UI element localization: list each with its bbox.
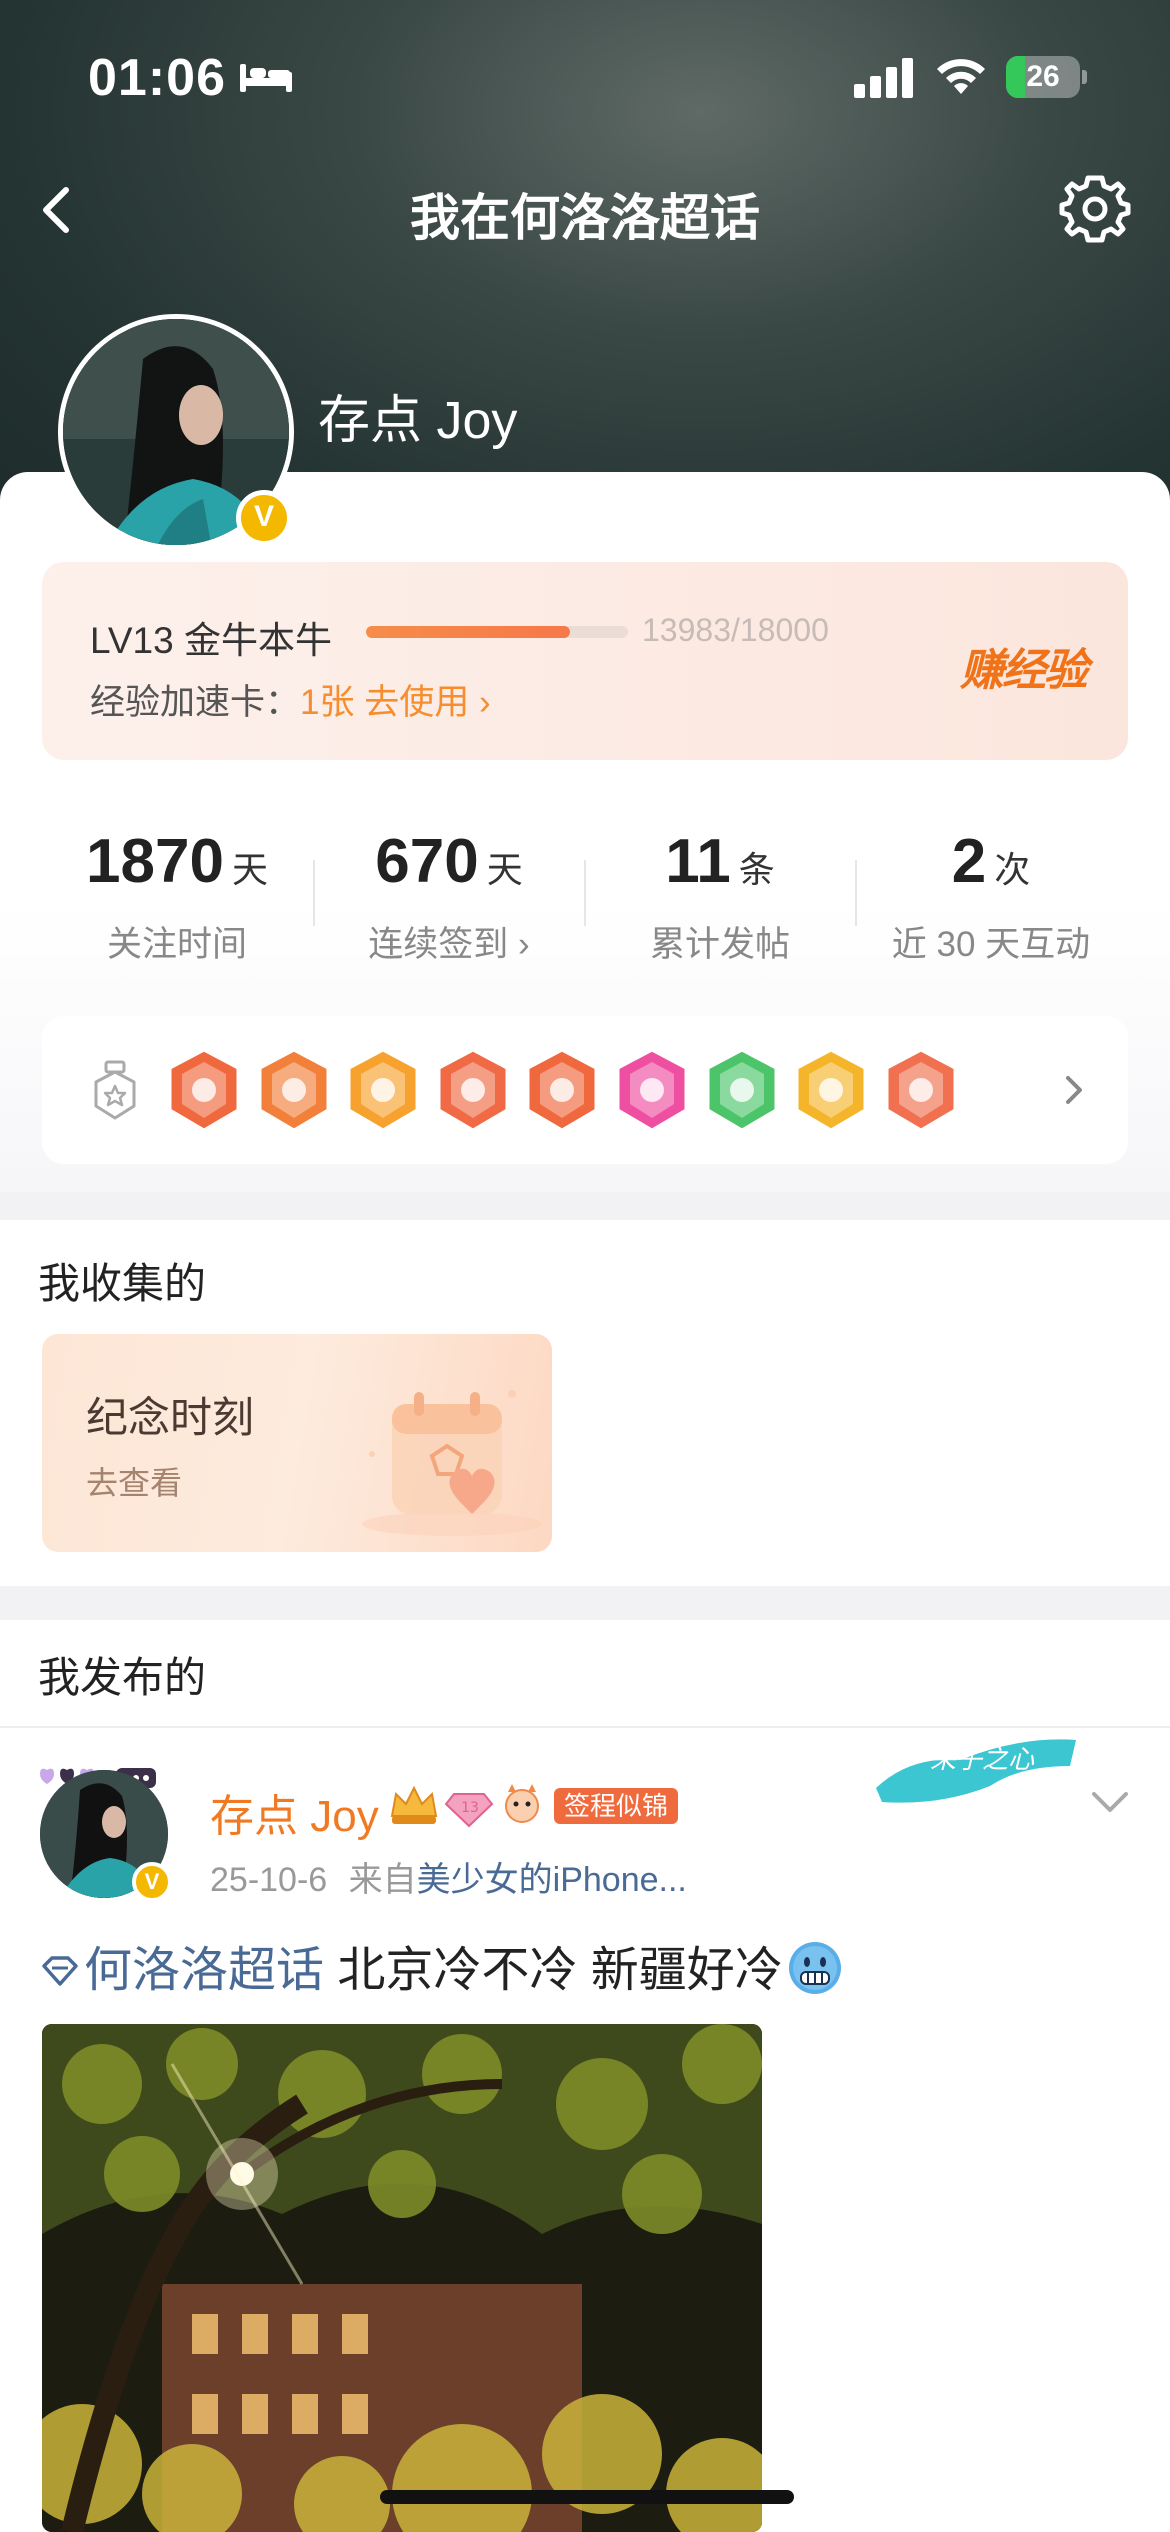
gear-icon[interactable] <box>1058 172 1132 246</box>
stat-checkin-days[interactable]: 670 天 连续签到 › <box>314 790 584 990</box>
post-source[interactable]: 美少女的iPhone... <box>417 1861 687 1899</box>
stat-follow-days: 1870 天 关注时间 <box>42 790 312 990</box>
level-title: LV13 金牛本牛 <box>90 620 332 661</box>
boost-count: 1张 <box>300 683 355 722</box>
wifi-icon <box>937 59 985 94</box>
stat-label: 关注时间 <box>106 925 247 964</box>
stat-label: 累计发帖 <box>649 925 790 964</box>
boost-use-link[interactable]: 去使用 › <box>364 683 490 722</box>
post-source-prefix: 来自 <box>348 1861 417 1899</box>
fan-level-icon: 13 <box>444 1793 494 1828</box>
stat-label: 连续签到 › <box>368 925 530 964</box>
bull-face-badge-icon[interactable] <box>433 1046 513 1134</box>
stat-unit: 条 <box>738 849 775 890</box>
home-indicator <box>380 2490 794 2504</box>
battery-indicator: 26 <box>1006 56 1087 98</box>
post-body-text: 何洛洛超话 北京冷不冷 新疆好冷 <box>40 1930 843 2000</box>
collected-section: 我收集的 纪念时刻 去查看 <box>0 1220 1170 1586</box>
medal-icon <box>94 1060 136 1120</box>
sleep-focus-icon <box>240 64 292 92</box>
fan-level-number: 13 <box>461 1800 479 1816</box>
hand-badge-icon[interactable] <box>702 1046 782 1134</box>
collected-title: 我收集的 <box>38 1260 207 1307</box>
stats-row: 1870 天 关注时间 670 天 连续签到 › 11 条 累计发帖 2次 近 30 … <box>42 790 1128 990</box>
topic-link[interactable]: 何洛洛超话 <box>40 1944 324 1997</box>
stat-value: 670 <box>375 827 479 896</box>
exp-value: 13983/18000 <box>642 612 829 648</box>
page-title: 我在何洛洛超话 <box>410 190 760 246</box>
status-time: 01:06 <box>88 49 226 107</box>
stat-value: 11 <box>665 827 731 896</box>
chevron-right-icon[interactable] <box>1060 1070 1088 1110</box>
post-photo-content <box>42 2024 762 2532</box>
stat-post-count: 11 条 累计发帖 <box>585 790 855 990</box>
post-date: 25-10-6 <box>210 1861 328 1899</box>
bull-avatar-icon <box>505 1784 539 1823</box>
100-days-badge-icon[interactable] <box>254 1046 334 1134</box>
status-bar: 01:06 26 <box>0 0 1170 150</box>
stat-interactions: 2次 近 30 天互动 <box>856 790 1126 990</box>
moment-view-link[interactable]: 去查看 <box>86 1458 182 1504</box>
brush-sticker-decoration: 采子之心 <box>876 1739 1076 1803</box>
posts-title: 我发布的 <box>38 1654 207 1701</box>
crown-badge-icon[interactable] <box>343 1046 423 1134</box>
bull-king-badge-icon[interactable] <box>522 1046 602 1134</box>
post-verified-icon: V <box>132 1862 172 1902</box>
cold-face-emoji-icon <box>788 1942 841 1994</box>
stat-value: 1870 <box>86 827 224 896</box>
post-text-content: 北京冷不冷 新疆好冷 <box>324 1944 783 1997</box>
exp-progress-fill <box>366 626 570 638</box>
chevron-down-icon[interactable] <box>1088 1788 1132 1818</box>
diamond-topic-icon <box>42 1956 78 1986</box>
battery-percent: 26 <box>1026 60 1060 93</box>
user-level-badges: 13 <box>390 1784 539 1828</box>
verified-badge-icon: V <box>236 490 292 546</box>
stat-unit: 天 <box>231 849 268 890</box>
stat-value: 2 <box>951 827 987 896</box>
stat-unit: 天 <box>486 849 523 890</box>
nav-bar: 我在何洛洛超话 <box>0 160 1170 260</box>
moment-title: 纪念时刻 <box>86 1394 255 1441</box>
posts-section: 我发布的 V 存点 Joy 13 签程似锦 25-10-6 来自美少女的iPho… <box>0 1620 1170 2532</box>
rock-hand-badge-icon[interactable] <box>881 1046 961 1134</box>
badge-row[interactable] <box>42 1016 1128 1164</box>
post-title-tag: 签程似锦 <box>554 1788 679 1824</box>
exp-progress-bar <box>366 626 628 638</box>
bull-badge-icon[interactable] <box>164 1046 244 1134</box>
lv13-badge-icon[interactable] <box>612 1046 692 1134</box>
calendar-heart-icon <box>362 1390 542 1536</box>
cellular-signal-icon <box>854 58 913 98</box>
level-card[interactable]: LV13 金牛本牛 13983/18000 经验加速卡：1张 去使用 › 赚经验 <box>42 562 1128 760</box>
stat-unit: 次 <box>994 849 1031 890</box>
stat-label: 近 30 天互动 <box>891 925 1091 964</box>
crown-level-icon <box>390 1785 438 1824</box>
30-days-badge-icon[interactable] <box>791 1046 871 1134</box>
boost-label: 经验加速卡： <box>90 683 301 722</box>
topic-label: 何洛洛超话 <box>84 1944 325 1997</box>
earn-exp-button[interactable]: 赚经验 <box>960 634 1088 698</box>
sticker-text: 采子之心 <box>930 1745 1035 1775</box>
post-meta: 25-10-6 来自美少女的iPhone... <box>210 1852 687 1901</box>
boost-card-line: 经验加速卡：1张 去使用 › <box>90 674 491 725</box>
memorial-moment-card[interactable]: 纪念时刻 去查看 <box>42 1334 552 1552</box>
post-author-name[interactable]: 存点 Joy <box>210 1780 379 1844</box>
post-image[interactable] <box>42 2024 762 2532</box>
profile-name: 存点 Joy <box>318 392 518 450</box>
